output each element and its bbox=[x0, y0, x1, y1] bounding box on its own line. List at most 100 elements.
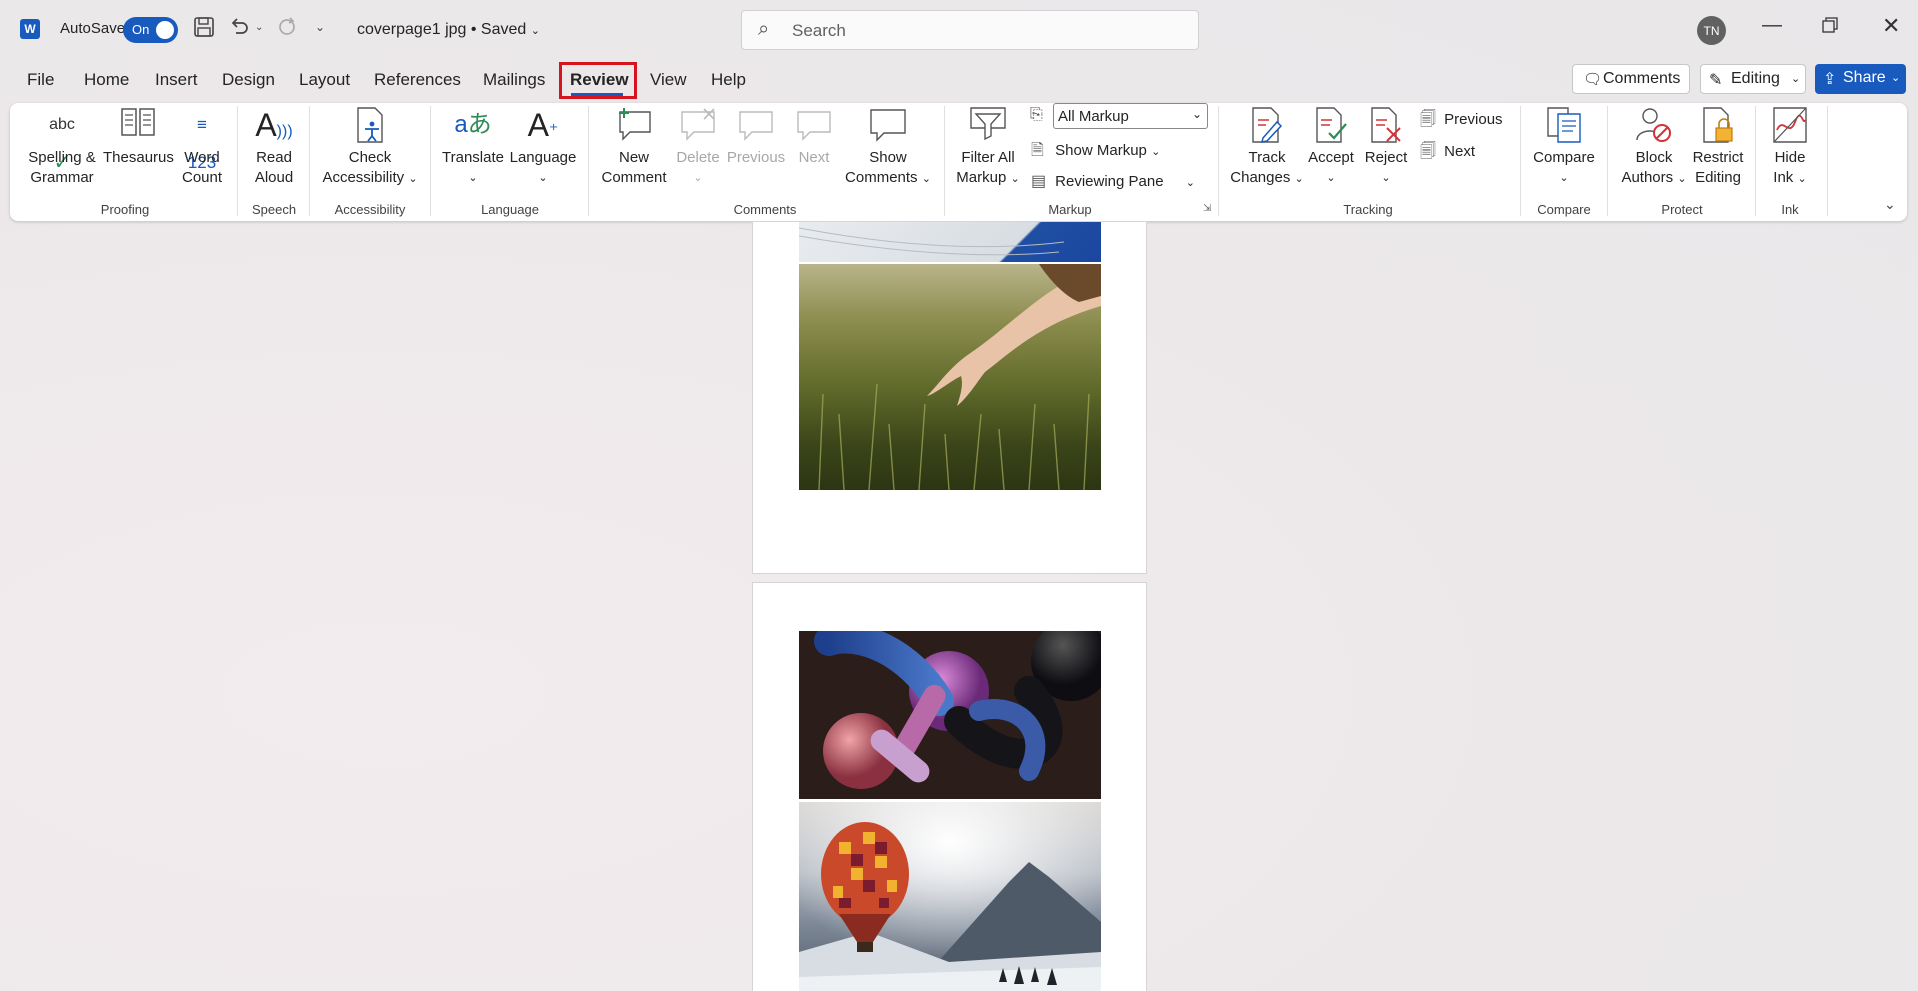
undo-icon[interactable] bbox=[228, 15, 250, 43]
reviewing-pane-icon: ▤ bbox=[1031, 173, 1047, 190]
chevron-down-icon: ⌄ bbox=[530, 25, 540, 37]
tab-design[interactable]: Design bbox=[222, 70, 275, 90]
tab-home[interactable]: Home bbox=[84, 70, 129, 90]
spelling-grammar-button[interactable]: abc ✓ Spelling & Grammar bbox=[22, 106, 102, 188]
previous-label: Previous bbox=[726, 149, 786, 166]
group-label-language: Language bbox=[481, 202, 539, 217]
language-icon: A⁺ bbox=[527, 107, 559, 143]
next-comment-button[interactable]: Next bbox=[790, 106, 838, 168]
accept-icon bbox=[1306, 106, 1356, 144]
word-count-label-2: Count bbox=[181, 169, 223, 186]
document-title[interactable]: coverpage1 jpg • Saved ⌄ bbox=[357, 21, 540, 39]
track-changes-icon bbox=[1226, 106, 1308, 144]
thesaurus-button[interactable]: Thesaurus bbox=[103, 106, 174, 168]
reject-button[interactable]: Reject ⌄ bbox=[1361, 106, 1411, 188]
tab-references[interactable]: References bbox=[374, 70, 461, 90]
chevron-down-icon: ⌄ bbox=[1381, 172, 1391, 184]
editing-button-label: Editing bbox=[1731, 70, 1780, 87]
comments-button-label: Comments bbox=[1603, 70, 1681, 87]
language-label: Language bbox=[509, 149, 577, 166]
group-label-comments: Comments bbox=[733, 202, 797, 217]
tab-file[interactable]: File bbox=[27, 70, 54, 90]
spelling-label-2: Grammar bbox=[30, 169, 94, 186]
search-box[interactable]: ⌕ Search bbox=[741, 10, 1199, 50]
minimize-icon[interactable]: — bbox=[1762, 14, 1782, 37]
track-label: Track bbox=[1248, 149, 1286, 166]
markup-dialog-launcher-icon[interactable]: ⇲ bbox=[1203, 203, 1211, 214]
tab-view[interactable]: View bbox=[650, 70, 687, 90]
markup-display-dropdown[interactable]: All Markup ⌄ bbox=[1053, 103, 1208, 129]
avatar[interactable]: TN bbox=[1697, 16, 1726, 45]
read-aloud-button[interactable]: A))) Read Aloud bbox=[247, 106, 301, 188]
chevron-down-icon: ⌄ bbox=[693, 172, 703, 184]
collapse-ribbon-icon[interactable]: ⌄ bbox=[1884, 196, 1896, 213]
next-change-label: Next bbox=[1444, 143, 1476, 160]
ribbon-separator bbox=[1607, 106, 1608, 216]
share-button[interactable]: ⇪ Share ⌄ bbox=[1815, 64, 1906, 94]
previous-change-button[interactable]: 🗐 Previous bbox=[1420, 108, 1503, 135]
group-label-tracking: Tracking bbox=[1343, 202, 1393, 217]
spelling-label: Spelling & bbox=[28, 149, 96, 166]
share-icon: ⇪ bbox=[1823, 71, 1837, 88]
display-for-review-icon: ⎘ bbox=[1030, 106, 1043, 123]
word-count-icon: ≡ 123 bbox=[187, 115, 217, 172]
previous-comment-button[interactable]: Previous bbox=[726, 106, 786, 168]
chevron-down-icon: ⌄ bbox=[1677, 173, 1687, 185]
title-bar: W AutoSave On ⌄ ⌄ coverpage1 jpg • Saved… bbox=[0, 0, 1918, 58]
autosave-toggle[interactable]: On bbox=[123, 17, 178, 43]
hide-ink-button[interactable]: Hide Ink ⌄ bbox=[1762, 106, 1818, 189]
tab-help[interactable]: Help bbox=[711, 70, 746, 90]
tab-layout[interactable]: Layout bbox=[299, 70, 350, 90]
chevron-down-icon: ⌄ bbox=[1151, 146, 1161, 158]
filter-all-markup-button[interactable]: Filter All Markup ⌄ bbox=[952, 106, 1024, 189]
tab-insert[interactable]: Insert bbox=[155, 70, 198, 90]
lock-icon bbox=[1688, 106, 1748, 144]
ribbon-separator bbox=[309, 106, 310, 216]
language-button[interactable]: A⁺ Language ⌄ bbox=[508, 106, 578, 188]
group-label-speech: Speech bbox=[251, 202, 297, 217]
editing-mode-button[interactable]: ✎ Editing ⌄ bbox=[1700, 64, 1806, 94]
next-change-button[interactable]: 🗐 Next bbox=[1420, 140, 1475, 167]
undo-dropdown-icon[interactable]: ⌄ bbox=[255, 22, 263, 33]
new-comment-button[interactable]: New Comment bbox=[598, 106, 670, 188]
save-icon[interactable] bbox=[193, 16, 215, 44]
share-button-label: Share bbox=[1843, 69, 1886, 86]
accept-button[interactable]: Accept ⌄ bbox=[1306, 106, 1356, 188]
reviewing-pane-button[interactable]: ▤ Reviewing Pane ⌄ bbox=[1031, 171, 1195, 191]
close-icon[interactable]: ✕ bbox=[1882, 13, 1900, 39]
ribbon-separator bbox=[430, 106, 431, 216]
next-comment-icon bbox=[790, 106, 838, 144]
tab-mailings[interactable]: Mailings bbox=[483, 70, 545, 90]
reject-label: Reject bbox=[1364, 149, 1408, 166]
review-tab-highlight bbox=[559, 62, 637, 99]
customize-toolbar-icon[interactable]: ⌄ bbox=[315, 20, 325, 34]
comments-button[interactable]: 🗨 Comments bbox=[1572, 64, 1690, 94]
ribbon-separator bbox=[588, 106, 589, 216]
restore-icon[interactable] bbox=[1822, 16, 1838, 39]
saved-status: • Saved bbox=[470, 21, 527, 38]
word-count-button[interactable]: ≡ 123 Word Count bbox=[176, 106, 228, 188]
document-page-1 bbox=[752, 221, 1147, 574]
restrict-editing-button[interactable]: Restrict Editing bbox=[1688, 106, 1748, 188]
show-comments-icon bbox=[842, 106, 934, 144]
document-name: coverpage1 jpg bbox=[357, 21, 467, 38]
search-placeholder: Search bbox=[792, 21, 846, 40]
track-changes-button[interactable]: Track Changes ⌄ bbox=[1226, 106, 1308, 189]
autosave-state: On bbox=[132, 22, 150, 37]
block-authors-button[interactable]: Block Authors ⌄ bbox=[1614, 106, 1694, 189]
show-markup-label: Show Markup bbox=[1055, 142, 1147, 159]
read-aloud-label-2: Aloud bbox=[254, 169, 294, 186]
check-accessibility-button[interactable]: Check Accessibility ⌄ bbox=[318, 106, 422, 189]
show-comments-label: Comments bbox=[845, 169, 918, 186]
group-label-proofing: Proofing bbox=[100, 202, 150, 217]
chevron-down-icon: ⌄ bbox=[1191, 107, 1202, 121]
chevron-down-icon: ⌄ bbox=[1294, 173, 1304, 185]
authors-label: Authors bbox=[1621, 169, 1674, 186]
delete-comment-button[interactable]: Delete ⌄ bbox=[672, 106, 724, 188]
show-comments-button[interactable]: Show Comments ⌄ bbox=[842, 106, 934, 189]
translate-button[interactable]: aあ Translate ⌄ bbox=[440, 106, 506, 188]
previous-change-label: Previous bbox=[1444, 111, 1503, 128]
compare-button[interactable]: Compare ⌄ bbox=[1528, 106, 1600, 188]
show-markup-icon: 🗎 bbox=[1031, 142, 1044, 159]
show-markup-button[interactable]: 🗎 Show Markup ⌄ bbox=[1031, 139, 1160, 166]
